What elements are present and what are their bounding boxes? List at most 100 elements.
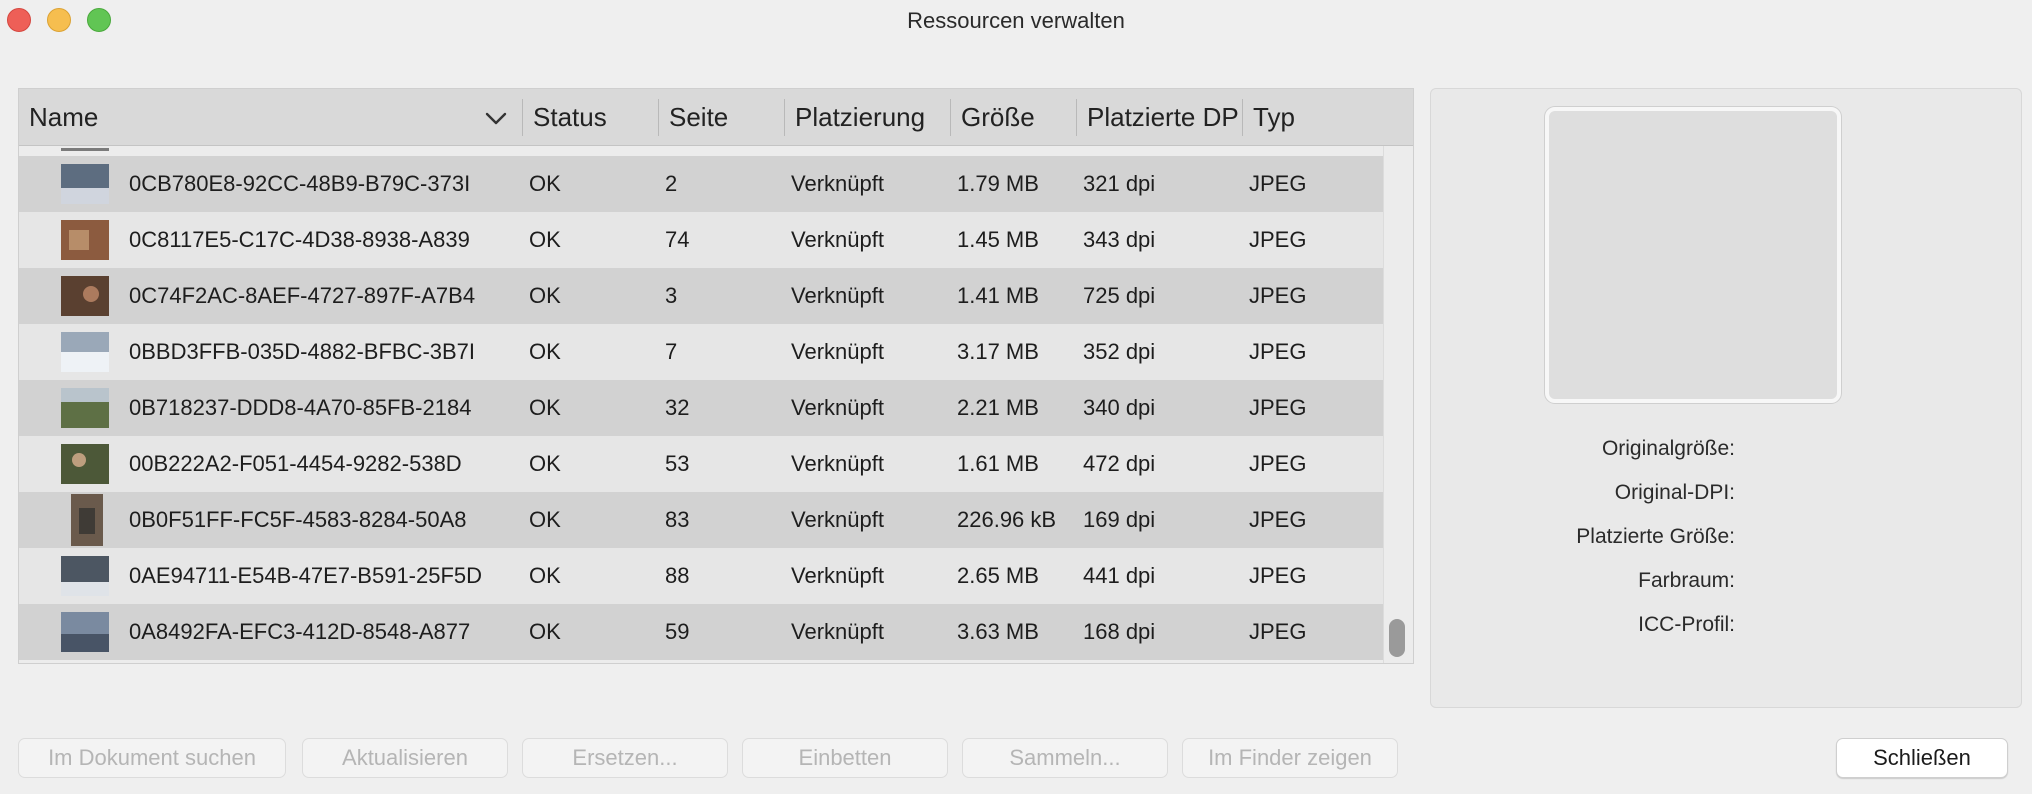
column-header-page[interactable]: Seite [659, 89, 785, 146]
cell-name: 0C8117E5-C17C-4D38-8938-A839 [129, 227, 470, 252]
placed-size-label: Platzierte Größe: [1576, 525, 1735, 548]
thumbnail-image [61, 556, 109, 596]
cell-status: OK [529, 451, 561, 476]
thumbnail-image [61, 444, 109, 484]
chevron-down-icon[interactable] [481, 103, 511, 133]
cell-page: 53 [665, 451, 690, 476]
thumbnail-image [61, 164, 109, 204]
cell-status: OK [529, 227, 561, 252]
table-row[interactable]: 0C8117E5-C17C-4D38-8938-A839 OK 74 Verkn… [19, 212, 1383, 268]
column-header-placed-dpi[interactable]: Platzierte DP [1077, 89, 1243, 146]
cell-size: 2.65 MB [957, 563, 1039, 588]
cell-dpi: 472 dpi [1083, 451, 1156, 476]
cell-placement: Verknüpft [791, 451, 884, 476]
column-header-size-label: Größe [961, 102, 1035, 132]
cell-type: JPEG [1249, 227, 1307, 252]
column-header-status-label: Status [533, 102, 607, 132]
cell-name: 0C74F2AC-8AEF-4727-897F-A7B4 [129, 283, 476, 308]
thumbnail-image [61, 388, 109, 428]
table-body[interactable]: 0CB780E8-92CC-48B9-B79C-373I OK 2 Verknü… [19, 146, 1383, 663]
cell-page: 7 [665, 339, 678, 364]
cell-name: 00B222A2-F051-4454-9282-538D [129, 451, 462, 476]
update-button[interactable]: Aktualisieren [302, 738, 508, 778]
cell-status: OK [529, 171, 561, 196]
title-bar: Ressourcen verwalten [0, 0, 2032, 44]
cell-placement: Verknüpft [791, 171, 884, 196]
cell-status: OK [529, 339, 561, 364]
thumbnail-image [61, 276, 109, 316]
replace-button[interactable]: Ersetzen... [522, 738, 728, 778]
icc-profile-label: ICC-Profil: [1638, 613, 1735, 636]
original-size-label: Originalgröße: [1601, 437, 1735, 460]
close-button[interactable]: Schließen [1836, 738, 2008, 778]
vertical-scrollbar[interactable] [1383, 146, 1413, 663]
cell-placement: Verknüpft [791, 227, 884, 252]
find-in-document-button[interactable]: Im Dokument suchen [18, 738, 286, 778]
table-row[interactable]: 0BBD3FFB-035D-4882-BFBC-3B7I OK 7 Verknü… [19, 324, 1383, 380]
cell-type: JPEG [1249, 339, 1307, 364]
cell-status: OK [529, 507, 561, 532]
cell-dpi: 352 dpi [1083, 339, 1156, 364]
cell-dpi: 169 dpi [1083, 507, 1156, 532]
collect-button[interactable]: Sammeln... [962, 738, 1168, 778]
cell-dpi: 725 dpi [1083, 283, 1156, 308]
image-preview [1545, 107, 1841, 403]
cell-placement: Verknüpft [791, 395, 884, 420]
table-row[interactable]: 0B718237-DDD8-4A70-85FB-2184 OK 32 Verkn… [19, 380, 1383, 436]
thumbnail-image [61, 612, 109, 652]
cell-type: JPEG [1249, 507, 1307, 532]
column-header-status[interactable]: Status [523, 89, 659, 146]
original-dpi-label: Original-DPI: [1614, 481, 1735, 504]
cell-placement: Verknüpft [791, 563, 884, 588]
cell-size: 1.41 MB [957, 283, 1039, 308]
embed-button[interactable]: Einbetten [742, 738, 948, 778]
cell-type: JPEG [1249, 283, 1307, 308]
cell-dpi: 343 dpi [1083, 227, 1156, 252]
window-title: Ressourcen verwalten [907, 8, 1125, 33]
cell-page: 32 [665, 395, 690, 420]
cell-name: 0CB780E8-92CC-48B9-B79C-373I [129, 171, 471, 196]
cell-page: 59 [665, 619, 690, 644]
cell-size: 2.21 MB [957, 395, 1039, 420]
column-header-placement[interactable]: Platzierung [785, 89, 951, 146]
column-header-type-label: Typ [1253, 102, 1295, 132]
cell-page: 83 [665, 507, 690, 532]
column-header-placed-dpi-label: Platzierte DP [1087, 102, 1239, 132]
column-header-type[interactable]: Typ [1243, 89, 1383, 146]
table-row[interactable]: 0A8492FA-EFC3-412D-8548-A877 OK 59 Verkn… [19, 604, 1383, 660]
cell-size: 226.96 kB [957, 507, 1057, 532]
column-header-size[interactable]: Größe [951, 89, 1077, 146]
cell-status: OK [529, 619, 561, 644]
cell-size: 1.61 MB [957, 451, 1039, 476]
cell-name: 0B0F51FF-FC5F-4583-8284-50A8 [129, 507, 467, 532]
resource-table: Name Status Seite Platzierung Größe Plat… [18, 88, 1414, 664]
thumbnail-image [71, 494, 103, 546]
cell-type: JPEG [1249, 395, 1307, 420]
column-header-name[interactable]: Name [19, 89, 523, 146]
cell-dpi: 340 dpi [1083, 395, 1156, 420]
column-header-placement-label: Platzierung [795, 102, 926, 132]
cell-status: OK [529, 563, 561, 588]
thumbnail-image [61, 332, 109, 372]
table-row[interactable]: 0C74F2AC-8AEF-4727-897F-A7B4 OK 3 Verknü… [19, 268, 1383, 324]
cell-dpi: 168 dpi [1083, 619, 1156, 644]
cell-dpi: 321 dpi [1083, 171, 1156, 196]
cell-placement: Verknüpft [791, 619, 884, 644]
color-space-label: Farbraum: [1638, 569, 1735, 592]
table-row[interactable]: 0AE94711-E54B-47E7-B591-25F5D OK 88 Verk… [19, 548, 1383, 604]
cell-placement: Verknüpft [791, 283, 884, 308]
preview-panel: Originalgröße: Original-DPI: Platzierte … [1430, 88, 2022, 708]
scrollbar-thumb[interactable] [1389, 619, 1405, 657]
cell-page: 3 [665, 283, 678, 308]
show-in-finder-button[interactable]: Im Finder zeigen [1182, 738, 1398, 778]
table-row[interactable]: 0B0F51FF-FC5F-4583-8284-50A8 OK 83 Verkn… [19, 492, 1383, 548]
cell-dpi: 441 dpi [1083, 563, 1156, 588]
cell-placement: Verknüpft [791, 339, 884, 364]
table-row[interactable]: 0CB780E8-92CC-48B9-B79C-373I OK 2 Verknü… [19, 156, 1383, 212]
column-header-name-label: Name [29, 102, 99, 132]
cell-type: JPEG [1249, 619, 1307, 644]
cell-placement: Verknüpft [791, 507, 884, 532]
table-row[interactable]: 00B222A2-F051-4454-9282-538D OK 53 Verkn… [19, 436, 1383, 492]
cell-size: 3.17 MB [957, 339, 1039, 364]
cell-name: 0A8492FA-EFC3-412D-8548-A877 [129, 619, 471, 644]
